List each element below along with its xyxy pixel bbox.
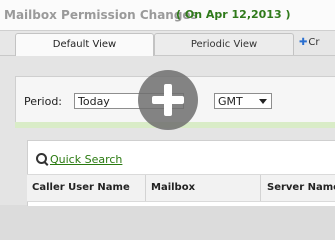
period-select-value: Today — [78, 95, 110, 108]
table-header: Caller User Name Mailbox Server Name — [27, 174, 335, 202]
tab-periodic-view-label: Periodic View — [190, 39, 258, 50]
zoom-plus-icon[interactable] — [138, 70, 198, 130]
column-header-server-name[interactable]: Server Name — [267, 182, 335, 193]
title-bar: Mailbox Permission Changes ( On Apr 12,2… — [0, 0, 335, 31]
report-date: ( On Apr 12,2013 ) — [176, 8, 291, 21]
page-title: Mailbox Permission Changes — [4, 8, 198, 22]
quick-search-link[interactable]: Quick Search — [50, 153, 122, 166]
plus-icon: ✚ — [299, 37, 308, 48]
chevron-down-icon — [259, 99, 267, 104]
quick-search[interactable]: Quick Search — [36, 152, 122, 166]
column-header-mailbox[interactable]: Mailbox — [151, 182, 195, 193]
timezone-select[interactable]: GMT — [214, 93, 272, 109]
view-tabs: Default View Periodic View ✚Cr — [0, 31, 335, 56]
tab-periodic-view[interactable]: Periodic View — [154, 33, 294, 55]
create-view-label: Cr — [308, 37, 320, 48]
tab-default-view[interactable]: Default View — [15, 33, 154, 56]
column-divider — [145, 175, 146, 201]
search-icon — [36, 153, 47, 164]
period-label: Period: — [24, 95, 63, 108]
create-view-tab[interactable]: ✚Cr — [299, 37, 319, 48]
tab-default-view-label: Default View — [52, 39, 117, 50]
column-header-caller-user-name[interactable]: Caller User Name — [32, 182, 130, 193]
timezone-select-value: GMT — [218, 95, 243, 108]
column-divider — [260, 175, 261, 201]
